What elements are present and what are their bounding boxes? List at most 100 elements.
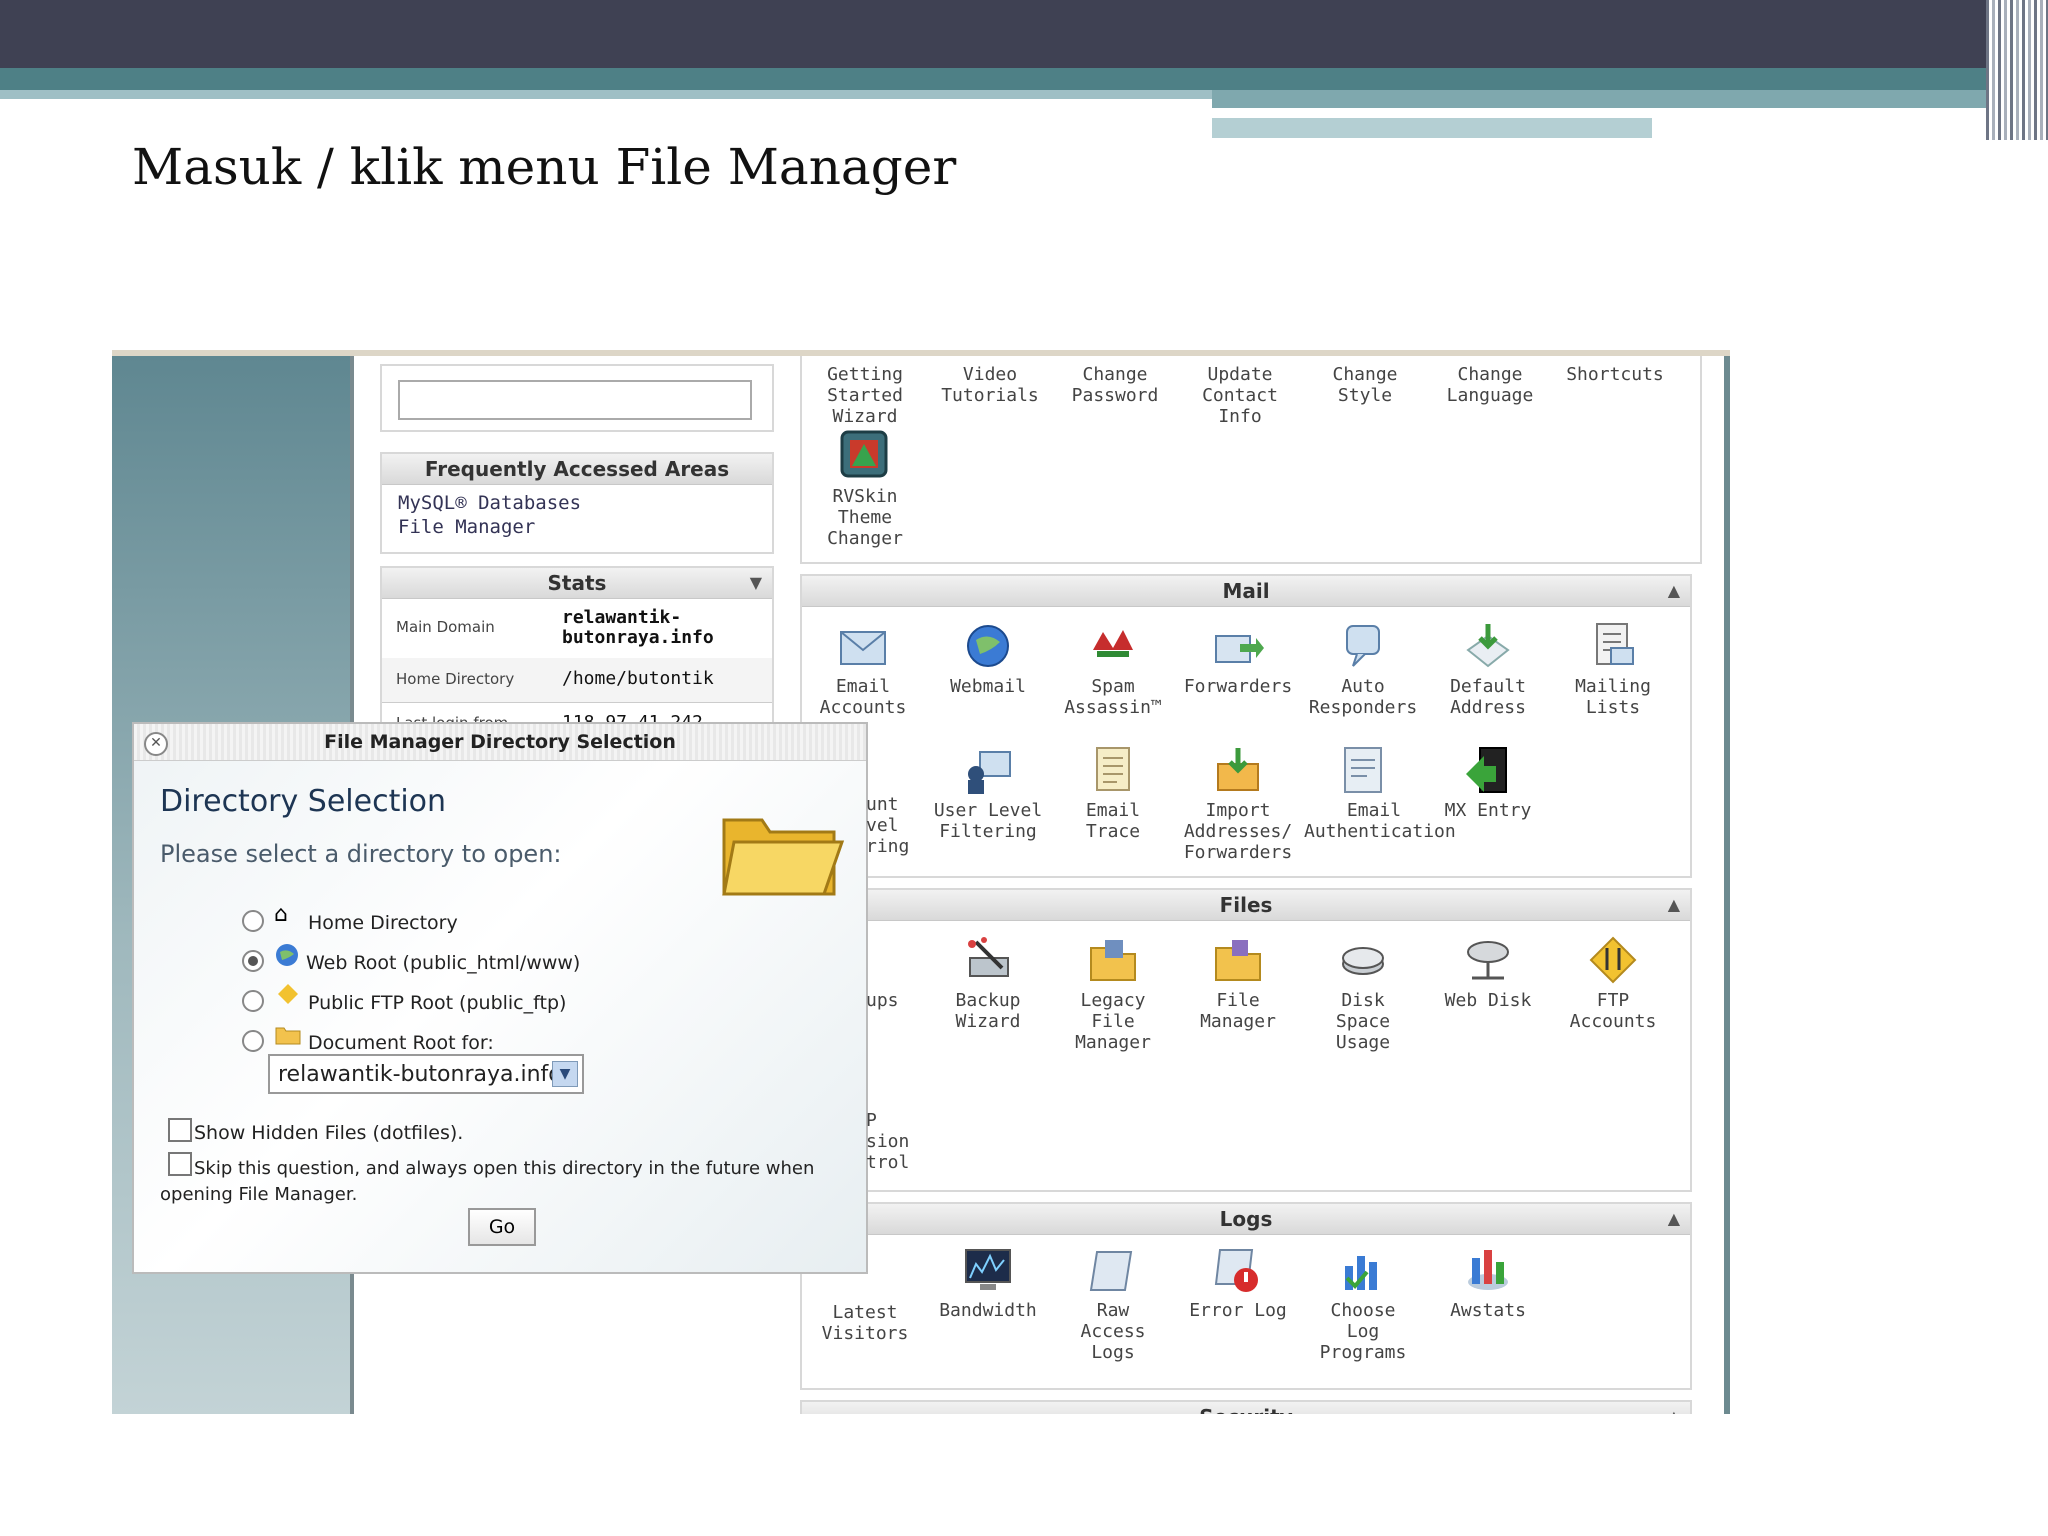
change-language-link[interactable]: Change Language [1431, 364, 1549, 406]
getting-started-wizard-link[interactable]: Getting Started Wizard [806, 364, 924, 427]
choose-log-programs-link[interactable]: Choose Log Programs [1304, 1300, 1422, 1363]
forwarders-link[interactable]: Forwarders [1179, 676, 1297, 697]
email-trace-link[interactable]: Email Trace [1054, 800, 1172, 842]
bandwidth-icon[interactable] [962, 1244, 1014, 1296]
spam-assassin-link[interactable]: Spam Assassin™ [1054, 676, 1172, 718]
partial-label-line: P [866, 1110, 877, 1131]
email-authentication-link[interactable]: Email Authentication [1304, 800, 1456, 842]
legacy-file-manager-link[interactable]: Legacy File Manager [1054, 990, 1172, 1053]
security-section: Security ▲ [800, 1400, 1692, 1414]
search-input[interactable] [398, 380, 752, 420]
auto-responders-link[interactable]: Auto Responders [1304, 676, 1422, 718]
home-directory-radio[interactable] [242, 910, 264, 932]
stat-value: /home/butontik [562, 668, 714, 689]
video-tutorials-link[interactable]: Video Tutorials [931, 364, 1049, 406]
disk-space-usage-link[interactable]: Disk Space Usage [1304, 990, 1422, 1053]
default-address-link[interactable]: Default Address [1429, 676, 1547, 718]
stats-row: Home Directory /home/butontik [382, 658, 772, 703]
public-ftp-radio[interactable] [242, 990, 264, 1012]
frequent-areas-header: Frequently Accessed Areas [382, 454, 772, 485]
logs-header: Logs [1219, 1207, 1273, 1231]
mx-entry-icon[interactable] [1462, 744, 1514, 796]
slide-header-accent-2 [1212, 118, 1652, 138]
default-address-icon[interactable] [1462, 620, 1514, 672]
backup-wizard-link[interactable]: Backup Wizard [929, 990, 1047, 1032]
error-log-icon[interactable] [1212, 1244, 1264, 1296]
webmail-link[interactable]: Webmail [929, 676, 1047, 697]
spam-assassin-icon[interactable] [1087, 620, 1139, 672]
folder-icon[interactable] [1212, 934, 1264, 986]
ftp-icon[interactable] [1587, 934, 1639, 986]
backup-wizard-icon[interactable] [962, 934, 1014, 986]
collapse-icon[interactable]: ▲ [1668, 1402, 1680, 1414]
stat-value: relawantik- butonraya.info [562, 607, 714, 648]
home-directory-label: Home Directory [308, 912, 458, 934]
web-disk-link[interactable]: Web Disk [1429, 990, 1547, 1011]
email-auth-icon[interactable] [1337, 744, 1389, 796]
mailing-lists-link[interactable]: Mailing Lists [1554, 676, 1672, 718]
stats-header-bar: Stats ▼ [382, 568, 772, 599]
web-disk-icon[interactable] [1462, 934, 1514, 986]
bandwidth-link[interactable]: Bandwidth [929, 1300, 1047, 1321]
mail-header-bar: Mail ▲ [802, 576, 1690, 607]
ftp-accounts-link[interactable]: FTP Accounts [1554, 990, 1672, 1032]
files-section: Files ▲ Backup Wizard Legacy File Manager… [800, 888, 1692, 1192]
mx-entry-link[interactable]: MX Entry [1429, 800, 1547, 821]
latest-visitors-link[interactable]: Latest Visitors [806, 1302, 924, 1344]
disk-icon[interactable] [1337, 934, 1389, 986]
error-log-link[interactable]: Error Log [1179, 1300, 1297, 1321]
frequent-areas-panel: Frequently Accessed Areas MySQL® Databas… [380, 452, 774, 554]
mailing-list-icon[interactable] [1587, 620, 1639, 672]
ftp-icon [276, 982, 300, 1010]
rvskin-theme-changer-link[interactable]: RVSkin Theme Changer [806, 486, 924, 549]
web-root-radio[interactable] [242, 950, 264, 972]
collapse-icon[interactable]: ▲ [1668, 1204, 1680, 1234]
go-button[interactable]: Go [468, 1208, 536, 1246]
change-password-link[interactable]: Change Password [1056, 364, 1174, 406]
import-addresses-link[interactable]: Import Addresses/ Forwarders [1179, 800, 1297, 863]
change-style-link[interactable]: Change Style [1306, 364, 1424, 406]
update-contact-info-link[interactable]: Update Contact Info [1181, 364, 1299, 427]
awstats-link[interactable]: Awstats [1429, 1300, 1547, 1321]
close-icon[interactable]: ✕ [144, 732, 168, 756]
link-mysql-databases[interactable]: MySQL® Databases [398, 491, 756, 515]
globe-icon [274, 942, 300, 972]
envelope-icon[interactable] [837, 620, 889, 672]
files-header-bar: Files ▲ [802, 890, 1690, 921]
dialog-title: File Manager Directory Selection [134, 724, 866, 761]
link-file-manager[interactable]: File Manager [398, 515, 756, 539]
domain-select[interactable]: relawantik-butonraya.info ▼ [268, 1054, 584, 1094]
log-programs-icon[interactable] [1337, 1244, 1389, 1296]
partial-label-line: vel [866, 815, 899, 836]
collapse-icon[interactable]: ▲ [1668, 576, 1680, 606]
import-addresses-icon[interactable] [1212, 744, 1264, 796]
document-root-radio[interactable] [242, 1030, 264, 1052]
email-trace-icon[interactable] [1087, 744, 1139, 796]
folder-icon[interactable] [1087, 934, 1139, 986]
partial-label: ups [866, 990, 899, 1011]
file-manager-link[interactable]: File Manager [1179, 990, 1297, 1032]
globe-icon[interactable] [962, 620, 1014, 672]
show-hidden-checkbox[interactable] [168, 1118, 192, 1142]
user-level-filtering-link[interactable]: User Level Filtering [929, 800, 1047, 842]
slide-header-stripe [0, 68, 2048, 90]
user-filter-icon[interactable] [962, 744, 1014, 796]
collapse-icon[interactable]: ▲ [1668, 890, 1680, 920]
shortcuts-link[interactable]: Shortcuts [1556, 364, 1674, 385]
slide-decor-stripes [1986, 0, 2048, 140]
raw-logs-icon[interactable] [1087, 1244, 1139, 1296]
domain-select-value: relawantik-butonraya.info [278, 1062, 562, 1087]
arrow-envelope-icon[interactable] [1212, 620, 1264, 672]
collapse-icon[interactable]: ▼ [750, 568, 762, 598]
search-box-panel [380, 364, 774, 432]
stat-label: Main Domain [396, 618, 495, 636]
slide-header-accent [1212, 90, 1992, 108]
raw-access-logs-link[interactable]: Raw Access Logs [1054, 1300, 1172, 1363]
awstats-icon[interactable] [1462, 1244, 1514, 1296]
rvskin-theme-icon[interactable] [838, 428, 890, 480]
folder-icon [274, 1022, 302, 1050]
chevron-down-icon[interactable]: ▼ [552, 1061, 578, 1087]
security-header-bar: Security ▲ [802, 1402, 1690, 1414]
email-accounts-link[interactable]: Email Accounts [804, 676, 922, 718]
auto-responder-icon[interactable] [1337, 620, 1389, 672]
